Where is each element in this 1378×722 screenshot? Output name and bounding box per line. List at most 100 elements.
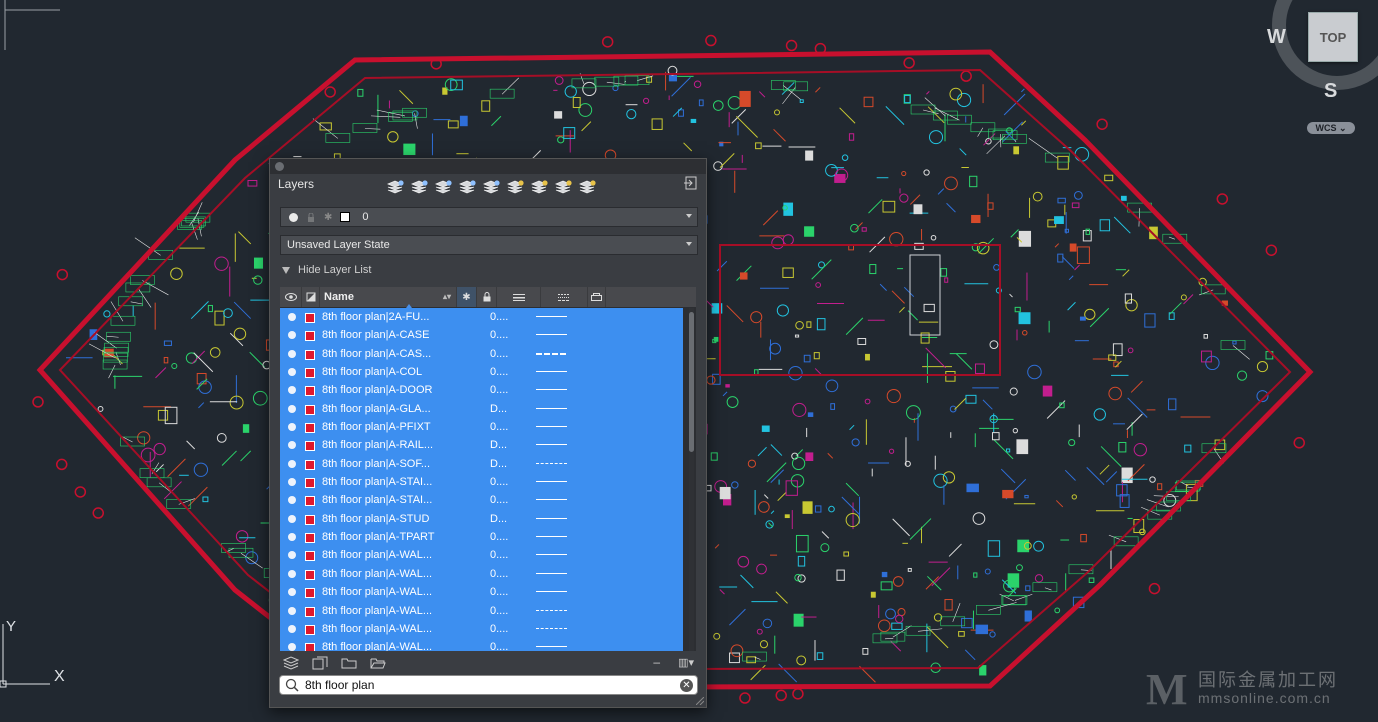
column-lineweight[interactable] <box>497 287 541 307</box>
close-icon[interactable] <box>275 162 284 171</box>
visibility-toggle-icon[interactable] <box>288 643 296 651</box>
layer-color-swatch[interactable] <box>305 386 315 397</box>
visibility-toggle-icon[interactable] <box>288 386 296 395</box>
visibility-toggle-icon[interactable] <box>288 551 296 560</box>
resize-grip-icon[interactable] <box>696 697 704 705</box>
column-plot[interactable] <box>588 287 606 307</box>
new-group-filter-icon[interactable] <box>309 655 331 671</box>
layer-lineweight[interactable]: 0.... <box>490 421 508 433</box>
layer-row[interactable]: 8th floor plan|A-WAL... 0.... <box>280 602 683 620</box>
new-layer-icon[interactable] <box>386 178 406 196</box>
layer-lineweight[interactable]: 0.... <box>490 384 508 396</box>
layer-row[interactable]: 8th floor plan|A-WAL... 0.... <box>280 620 683 638</box>
column-freeze[interactable]: ✱ <box>457 287 477 307</box>
column-lock[interactable] <box>477 287 497 307</box>
layer-linetype-icon[interactable] <box>536 462 567 464</box>
layer-linetype-icon[interactable] <box>536 371 567 373</box>
layer-lineweight[interactable]: D... <box>490 403 507 415</box>
layer-linetype-icon[interactable] <box>536 627 567 629</box>
layer-row[interactable]: 8th floor plan|A-DOOR 0.... <box>280 381 683 399</box>
layer-color-swatch[interactable] <box>305 624 315 635</box>
visibility-toggle-icon[interactable] <box>288 331 296 340</box>
layer-row[interactable]: 8th floor plan|A-COL 0.... <box>280 363 683 381</box>
clear-search-icon[interactable]: ✕ <box>680 679 693 692</box>
dock-panel-icon[interactable] <box>684 176 698 190</box>
visibility-toggle-icon[interactable] <box>288 478 296 487</box>
layer-row[interactable]: 8th floor plan|A-RAIL... D... <box>280 436 683 454</box>
layer-lineweight[interactable]: 0.... <box>490 568 508 580</box>
layer-linetype-icon[interactable] <box>536 389 567 391</box>
layer-row[interactable]: 8th floor plan|A-WAL... 0.... <box>280 583 683 601</box>
layer-merge-icon[interactable] <box>482 178 502 196</box>
search-input[interactable] <box>303 677 667 693</box>
layer-color-swatch[interactable] <box>305 441 315 452</box>
layer-color-swatch[interactable] <box>305 423 315 434</box>
layer-lineweight[interactable]: D... <box>490 439 507 451</box>
layer-linetype-icon[interactable] <box>536 499 567 501</box>
layer-color-swatch[interactable] <box>305 551 315 562</box>
layer-lineweight[interactable]: 0.... <box>490 549 508 561</box>
layer-linetype-icon[interactable] <box>536 334 567 336</box>
layer-linetype-icon[interactable] <box>536 536 567 538</box>
column-color[interactable] <box>302 287 320 307</box>
visibility-toggle-icon[interactable] <box>288 423 296 432</box>
layer-linetype-icon[interactable] <box>536 352 566 355</box>
layer-lineweight[interactable]: 0.... <box>490 366 508 378</box>
layer-color-swatch[interactable] <box>305 404 315 415</box>
layer-list-scrollbar[interactable] <box>689 308 694 651</box>
visibility-toggle-icon[interactable] <box>288 606 296 615</box>
layer-lineweight[interactable]: 0.... <box>490 311 508 323</box>
layer-lineweight[interactable]: 0.... <box>490 476 508 488</box>
layer-search-box[interactable]: ✕ <box>279 675 698 695</box>
current-layer-dropdown[interactable]: ✱ 0 <box>280 207 698 227</box>
layer-row[interactable]: 8th floor plan|2A-FU... 0.... <box>280 308 683 326</box>
layer-lineweight[interactable]: D... <box>490 458 507 470</box>
layer-row[interactable]: 8th floor plan|A-GLA... D... <box>280 400 683 418</box>
visibility-toggle-icon[interactable] <box>288 569 296 578</box>
layer-color-swatch[interactable] <box>305 588 315 599</box>
open-folder-icon[interactable] <box>367 655 389 671</box>
layer-color-swatch[interactable] <box>305 533 315 544</box>
layer-state-dropdown[interactable]: Unsaved Layer State <box>280 235 698 255</box>
layer-row[interactable]: 8th floor plan|A-WAL... 0.... <box>280 565 683 583</box>
visibility-toggle-icon[interactable] <box>288 349 296 358</box>
layer-linetype-icon[interactable] <box>536 426 567 428</box>
layer-row[interactable]: 8th floor plan|A-STAI... 0.... <box>280 491 683 509</box>
layer-linetype-icon[interactable] <box>536 554 567 556</box>
delete-layer-icon[interactable] <box>434 178 454 196</box>
visibility-toggle-icon[interactable] <box>288 514 296 523</box>
layer-row[interactable]: 8th floor plan|A-STUD D... <box>280 510 683 528</box>
layer-color-swatch[interactable] <box>305 459 315 470</box>
compass-west-label[interactable]: W <box>1267 26 1286 49</box>
column-name[interactable]: Name ▴▾ <box>320 287 457 308</box>
layer-row[interactable]: 8th floor plan|A-CAS... 0.... <box>280 345 683 363</box>
layer-lineweight[interactable]: 0.... <box>490 348 508 360</box>
unisolate-layer-icon[interactable] <box>530 178 550 196</box>
layer-lineweight[interactable]: 0.... <box>490 623 508 635</box>
visibility-toggle-icon[interactable] <box>288 588 296 597</box>
visibility-toggle-icon[interactable] <box>288 459 296 468</box>
layer-row[interactable]: 8th floor plan|A-WAL... 0.... <box>280 546 683 564</box>
layer-linetype-icon[interactable] <box>536 407 567 409</box>
layer-linetype-icon[interactable] <box>536 572 567 574</box>
layer-lineweight[interactable]: 0.... <box>490 586 508 598</box>
layer-row[interactable]: 8th floor plan|A-CASE 0.... <box>280 326 683 344</box>
lock-layer-icon[interactable] <box>554 178 574 196</box>
layer-color-swatch[interactable] <box>305 514 315 525</box>
layer-lineweight[interactable]: 0.... <box>490 531 508 543</box>
layer-linetype-icon[interactable] <box>536 316 567 317</box>
set-current-icon[interactable] <box>458 178 478 196</box>
column-visibility[interactable] <box>280 287 302 307</box>
collapse-icon[interactable]: – <box>653 655 660 669</box>
column-settings-icon[interactable]: ▥▾ <box>678 656 694 669</box>
scrollbar-thumb[interactable] <box>689 312 694 452</box>
compass-south-label[interactable]: S <box>1324 80 1337 103</box>
new-layer-vp-frozen-icon[interactable] <box>410 178 430 196</box>
layer-color-swatch[interactable] <box>305 349 315 360</box>
layer-color-swatch[interactable] <box>305 478 315 489</box>
visibility-toggle-icon[interactable] <box>288 404 296 413</box>
layer-linetype-icon[interactable] <box>536 646 567 648</box>
visibility-toggle-icon[interactable] <box>288 313 296 321</box>
unlock-layer-icon[interactable] <box>578 178 598 196</box>
panel-titlebar[interactable] <box>270 159 706 174</box>
